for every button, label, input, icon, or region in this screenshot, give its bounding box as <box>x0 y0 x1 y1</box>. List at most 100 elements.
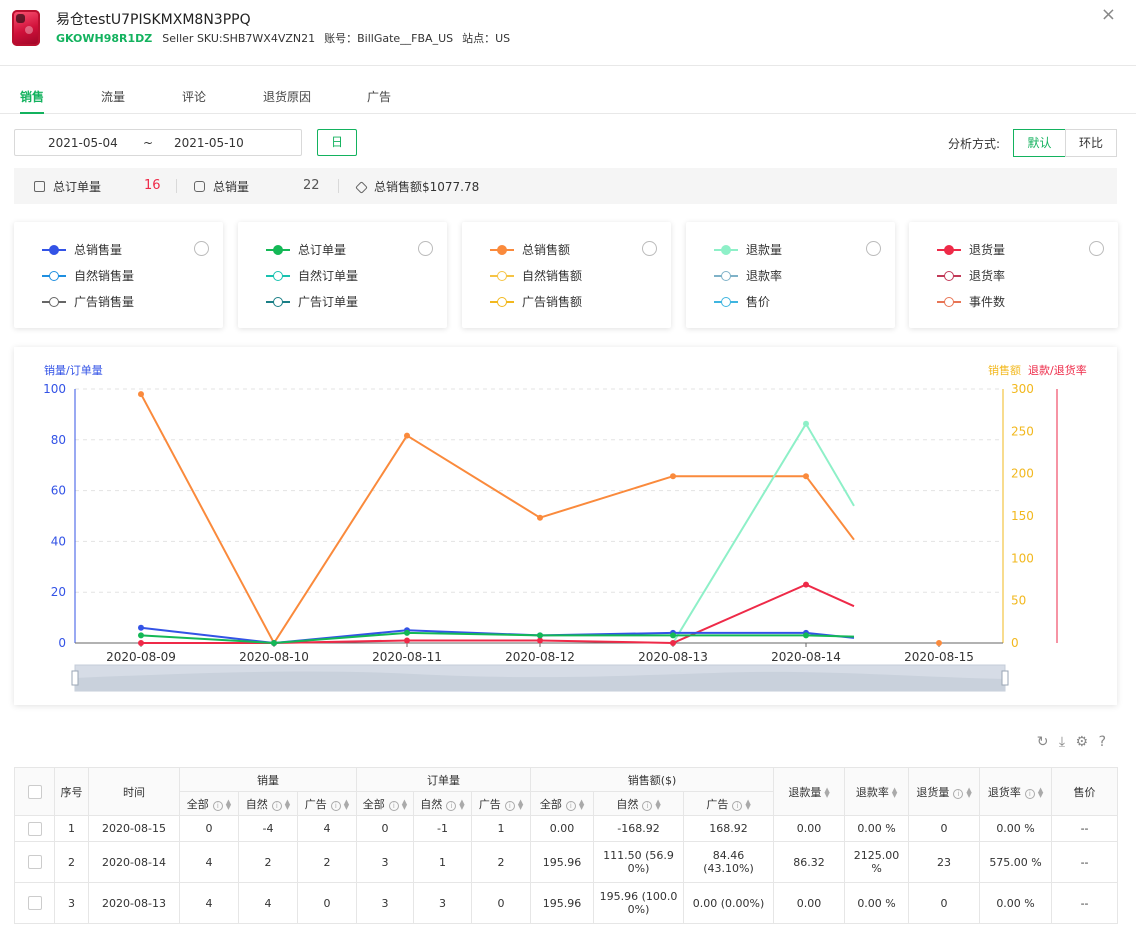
sort-icon[interactable]: ▲ ▼ <box>226 798 231 810</box>
legend-item[interactable]: 自然订单量 <box>266 267 358 284</box>
table-row[interactable]: 1 2020-08-15 0 -4 4 0 -1 1 0.00 -168.92 168.92 0.00… <box>14 815 1119 842</box>
tab-reviews[interactable]: 评论 <box>182 88 206 114</box>
help-icon[interactable]: ? <box>1099 734 1106 750</box>
info-icon[interactable]: i <box>330 800 341 811</box>
legend-card: 总订单量自然订单量广告订单量 <box>238 222 447 328</box>
settings-icon[interactable]: ⚙ <box>1076 734 1089 750</box>
x-tick-label: 2020-08-14 <box>771 650 841 664</box>
legend-item[interactable]: 广告订单量 <box>266 293 358 310</box>
tab-ads[interactable]: 广告 <box>367 88 391 114</box>
sort-icon[interactable]: ▲ ▼ <box>892 786 897 798</box>
sort-icon[interactable]: ▲ ▼ <box>824 786 829 798</box>
cell-ret: 23 <box>908 841 981 883</box>
legend-item[interactable]: 总销售量 <box>42 241 122 258</box>
col-refund-rate[interactable]: 退款率 ▲ ▼ <box>844 767 910 816</box>
col-sub-ad[interactable]: 广告 i ▲ ▼ <box>297 791 357 816</box>
legend-card-radio[interactable] <box>642 241 657 256</box>
refresh-icon[interactable]: ↻ <box>1037 734 1049 750</box>
select-all-checkbox[interactable] <box>27 784 42 799</box>
mode-default-button[interactable]: 默认 <box>1013 129 1066 157</box>
sort-icon[interactable]: ▲ ▼ <box>344 798 349 810</box>
sort-icon[interactable]: ▲ ▼ <box>459 798 464 810</box>
info-icon[interactable]: i <box>388 800 399 811</box>
info-icon[interactable]: i <box>953 788 964 799</box>
tab-return-reasons[interactable]: 退货原因 <box>263 88 311 114</box>
info-icon[interactable]: i <box>212 800 223 811</box>
tab-bar: 销售 流量 评论 退货原因 广告 <box>0 84 1136 114</box>
legend-card-radio[interactable] <box>1089 241 1104 256</box>
info-icon[interactable]: i <box>1024 788 1035 799</box>
row-select-cell <box>14 882 55 924</box>
tab-sales[interactable]: 销售 <box>20 88 44 114</box>
col-price: 售价 <box>1051 767 1119 816</box>
legend-item[interactable]: 自然销售量 <box>42 267 134 284</box>
info-icon[interactable]: i <box>732 800 743 811</box>
col-refund-rate-label: 退款率 <box>855 785 889 799</box>
legend-item[interactable]: 广告销售量 <box>42 293 134 310</box>
sort-icon[interactable]: ▲ ▼ <box>518 798 523 810</box>
col-sub-natural[interactable]: 自然 i ▲ ▼ <box>413 791 472 816</box>
col-refund-qty[interactable]: 退款量 ▲ ▼ <box>773 767 846 816</box>
legend-label: 广告销售额 <box>522 295 583 309</box>
info-icon[interactable]: i <box>642 800 653 811</box>
sort-icon[interactable]: ▲ ▼ <box>1038 786 1043 798</box>
legend-label: 自然销售额 <box>522 269 583 283</box>
row-checkbox[interactable] <box>27 821 42 836</box>
date-range-picker[interactable]: 2021-05-04 ~ 2021-05-10 <box>14 129 302 156</box>
tab-traffic[interactable]: 流量 <box>101 88 125 114</box>
sort-icon[interactable]: ▲ ▼ <box>579 798 584 810</box>
cell-o-ad: 0 <box>470 882 532 924</box>
legend-item[interactable]: 退款率 <box>714 267 782 284</box>
legend-item[interactable]: 自然销售额 <box>490 267 582 284</box>
legend-label: 总订单量 <box>298 243 347 257</box>
info-icon[interactable]: i <box>446 800 457 811</box>
legend-item[interactable]: 广告销售额 <box>490 293 582 310</box>
legend-card-radio[interactable] <box>194 241 209 256</box>
table-row[interactable]: 2 2020-08-14 4 2 2 3 1 2 195.96 111.50 (56.9 0%) 8… <box>14 841 1119 883</box>
cell-price: -- <box>1051 882 1119 924</box>
col-sub-natural[interactable]: 自然 i ▲ ▼ <box>593 791 685 816</box>
legend-marker-icon <box>937 297 961 307</box>
col-sub-ad[interactable]: 广告 i ▲ ▼ <box>470 791 532 816</box>
sort-icon[interactable]: ▲ ▼ <box>655 798 660 810</box>
sort-icon[interactable]: ▲ ▼ <box>966 786 971 798</box>
mode-ring-button[interactable]: 环比 <box>1065 129 1117 157</box>
legend-item[interactable]: 总销售额 <box>490 241 570 258</box>
row-checkbox[interactable] <box>27 855 42 869</box>
legend-marker-icon <box>714 245 738 255</box>
trend-chart: 销量/订单量 销售额 退款/退货率 0 20 40 60 80 100 0 50 100 150 200 2… <box>43 363 1087 692</box>
legend-label: 自然销售量 <box>74 269 135 283</box>
legend-card-radio[interactable] <box>866 241 881 256</box>
download-icon[interactable]: ⤓ <box>1059 734 1065 750</box>
col-return-qty[interactable]: 退货量 i ▲ ▼ <box>908 767 981 816</box>
legend-item[interactable]: 事件数 <box>937 293 1005 310</box>
table-row[interactable]: 3 2020-08-13 4 4 0 3 3 0 195.96 195.96 (100.0 0%)… <box>14 882 1119 924</box>
sort-icon[interactable]: ▲ ▼ <box>285 798 290 810</box>
legend-item[interactable]: 退货率 <box>937 267 1005 284</box>
col-return-rate[interactable]: 退货率 i ▲ ▼ <box>979 767 1053 816</box>
col-sub-all[interactable]: 全部 i ▲ ▼ <box>530 791 595 816</box>
sort-icon[interactable]: ▲ ▼ <box>402 798 407 810</box>
data-point <box>138 391 144 398</box>
col-sub-ad[interactable]: 广告 i ▲ ▼ <box>683 791 775 816</box>
granularity-day-button[interactable]: 日 <box>317 129 357 156</box>
legend-label: 退款率 <box>746 269 783 283</box>
col-sub-all[interactable]: 全部 i ▲ ▼ <box>179 791 239 816</box>
info-icon[interactable]: i <box>271 800 282 811</box>
col-sub-all[interactable]: 全部 i ▲ ▼ <box>356 791 414 816</box>
legend-item[interactable]: 总订单量 <box>266 241 346 258</box>
right-axis-title-sales: 销售额 <box>988 363 1021 377</box>
col-sub-natural[interactable]: 自然 i ▲ ▼ <box>238 791 298 816</box>
row-select-cell <box>14 815 55 842</box>
product-thumbnail <box>12 10 40 46</box>
legend-card-radio[interactable] <box>418 241 433 256</box>
sort-icon[interactable]: ▲ ▼ <box>745 798 750 810</box>
row-checkbox[interactable] <box>27 896 42 910</box>
info-icon[interactable]: i <box>565 800 576 811</box>
legend-item[interactable]: 退款量 <box>714 241 782 258</box>
legend-item[interactable]: 售价 <box>714 293 770 310</box>
close-icon[interactable]: × <box>1101 4 1116 25</box>
data-point <box>670 640 676 646</box>
info-icon[interactable]: i <box>504 800 515 811</box>
legend-item[interactable]: 退货量 <box>937 241 1005 258</box>
